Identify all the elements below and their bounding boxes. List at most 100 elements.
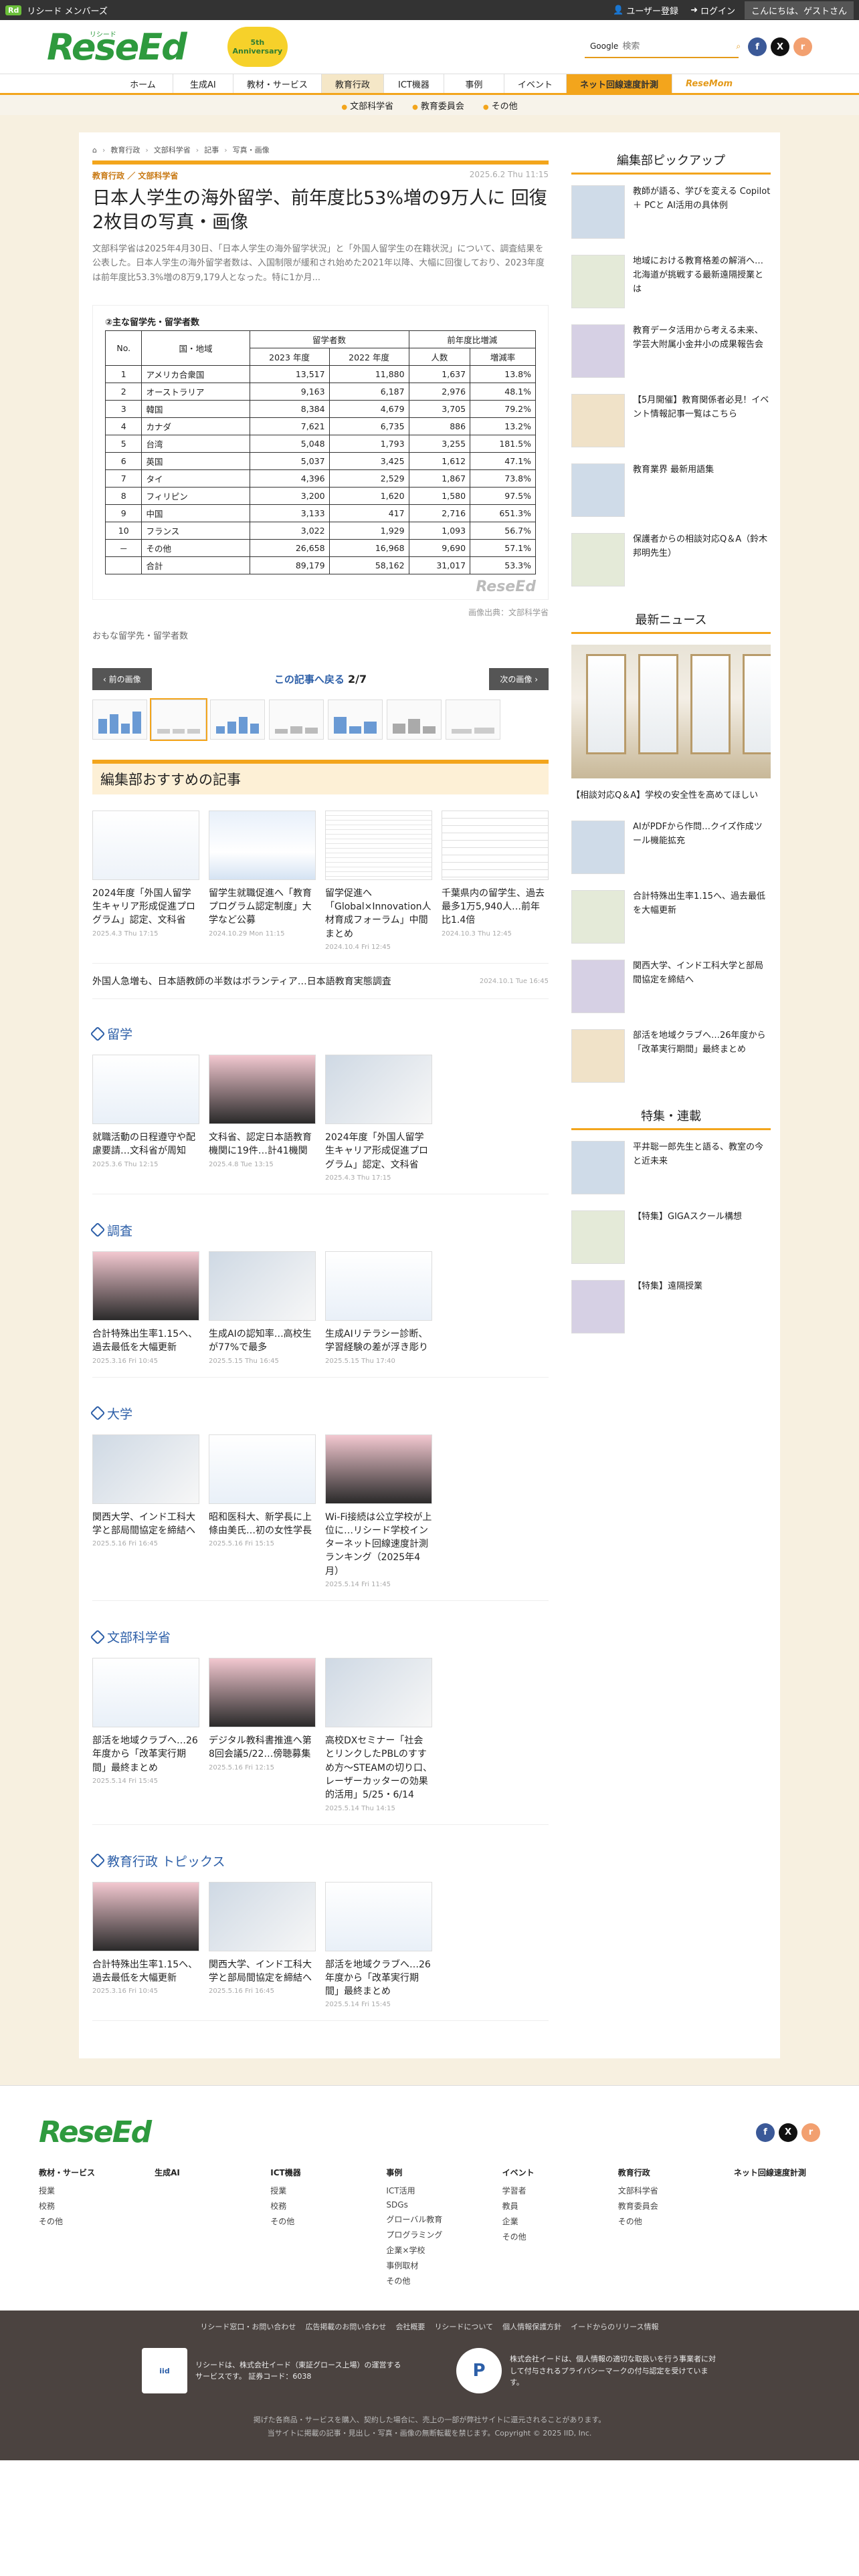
article-card[interactable]: 生成AIリテラシー診断、学習経験の差が浮き彫り 2025.5.15 Thu 17:… [325, 1251, 432, 1365]
article-card[interactable]: 部活を地域クラブへ…26年度から「改革実行期間」最終まとめ 2025.5.14 F… [92, 1658, 199, 1812]
pickup-item[interactable]: 教育データ活用から考える未来、学芸大附属小金井小の成果報告会 [571, 324, 771, 378]
news-item[interactable]: 合計特殊出生率1.15へ、過去最低を大幅更新 [571, 890, 771, 944]
nav-home[interactable]: ホーム [113, 74, 173, 93]
news-feature-image[interactable] [571, 645, 771, 778]
subnav-other[interactable]: その他 [483, 99, 518, 112]
article-card[interactable]: 留学生就職促進へ「教育プログラム認定制度」大学など公募 2024.10.29 Mo… [209, 810, 316, 951]
footer-bottom: リシード窓口・お問い合わせ 広告掲載のお問い合わせ 会社概要 リシードについて 個人情報… [0, 2311, 859, 2460]
article-card[interactable]: 部活を地域クラブへ…26年度から「改革実行期間」最終まとめ 2025.5.14 F… [325, 1881, 432, 2008]
table-row: 7 タイ 4,396 2,529 1,867 73.8% [104, 469, 536, 488]
breadcrumb-item[interactable]: 教育行政 [110, 144, 140, 155]
article-card[interactable]: 生成AIの認知率…高校生が77%で最多 2025.5.15 Thu 16:45 [209, 1251, 316, 1365]
category-heading[interactable]: 留学 [90, 1025, 549, 1043]
news-item[interactable]: 部活を地域クラブへ…26年度から「改革実行期間」最終まとめ [571, 1029, 771, 1083]
login-link[interactable]: ➜ ログイン [690, 4, 735, 17]
article-card[interactable]: 留学促進へ「Global×Innovation人材育成フォーラム」中間まとめ 20… [325, 810, 432, 951]
nav-genai[interactable]: 生成AI [173, 74, 233, 93]
privacy-mark-icon[interactable]: P [456, 2348, 502, 2394]
article-card[interactable]: 2024年度「外国人留学生キャリア形成促進プログラム」認定、文科省 2025.4.… [325, 1055, 432, 1182]
feature-item[interactable]: 【特集】遠隔授業 [571, 1280, 771, 1333]
pickup-item[interactable]: 教師が語る、学びを変える Copilot＋ PCと AI活用の具体例 [571, 185, 771, 239]
article-card[interactable]: 関西大学、インド工科大学と部局間協定を締結へ 2025.5.16 Fri 16:4… [209, 1881, 316, 2009]
breadcrumb-item[interactable]: 文部科学省 [154, 144, 191, 155]
footer-column: ICT機器 授業 校務 その他 [270, 2168, 301, 2227]
breadcrumb-item[interactable]: 記事 [204, 144, 219, 155]
article-card[interactable]: 文科省、認定日本語教育機関に19件…計41機関 2025.4.8 Tue 13:1… [209, 1055, 316, 1182]
card-image [92, 1658, 199, 1728]
nav-events[interactable]: イベント [504, 74, 567, 93]
iid-logo[interactable]: iid [142, 2348, 187, 2394]
footer-logo[interactable]: ReseEd [39, 2115, 152, 2149]
article-card[interactable]: 2024年度「外国人留学生キャリア形成促進プログラム」認定、文科省 2025.4.… [92, 810, 199, 951]
facebook-icon[interactable]: f [756, 2123, 775, 2142]
news-item[interactable]: 関西大学、インド工科大学と部局間協定を締結へ [571, 960, 771, 1013]
rss-icon[interactable]: r [793, 37, 812, 56]
greeting[interactable]: こんにちは、ゲストさん [744, 1, 854, 19]
user-register-link[interactable]: 👤 ユーザー登録 [613, 4, 678, 17]
prev-image-button[interactable]: ‹ 前の画像 [92, 667, 152, 690]
category-heading[interactable]: 大学 [90, 1404, 549, 1422]
news-item[interactable]: AIがPDFから作問…クイズ作成ツール機能拡充 [571, 821, 771, 874]
thumbnail-selected[interactable] [150, 697, 207, 741]
subnav-board[interactable]: 教育委員会 [412, 99, 464, 112]
x-icon[interactable]: X [779, 2123, 797, 2142]
home-icon[interactable]: ⌂ [92, 146, 97, 154]
feature-item[interactable]: 【特集】GIGAスクール構想 [571, 1210, 771, 1264]
article-card[interactable]: 昭和医科大、新学長に上條由美氏…初の女性学長 2025.5.16 Fri 15:1… [209, 1434, 316, 1588]
rss-icon[interactable]: r [801, 2123, 820, 2142]
members-logo[interactable]: Rd [5, 5, 22, 15]
nav-cases[interactable]: 事例 [444, 74, 504, 93]
article-card[interactable]: 関西大学、インド工科大学と部局間協定を締結へ 2025.5.16 Fri 16:4… [92, 1434, 199, 1588]
article-lead[interactable]: 文部科学省は2025年4月30日、「日本人学生の海外留学状況」と「外国人留学生の… [92, 242, 549, 285]
article-card[interactable]: 千葉県内の留学生、過去最多1万5,940人…前年比1.4倍 2024.10.3 T… [442, 810, 549, 951]
next-image-button[interactable]: 次の画像 › [489, 667, 549, 690]
category-heading[interactable]: 文部科学省 [90, 1628, 549, 1646]
article-card[interactable]: 合計特殊出生率1.15へ、過去最低を大幅更新 2025.3.16 Fri 10:4… [92, 1251, 199, 1365]
article-header: 教育行政 ／ 文部科学省 2025.6.2 Thu 11:15 日本人学生の海外… [92, 160, 549, 285]
nav-resemom[interactable]: ReseMom [672, 74, 746, 93]
article-card[interactable]: 就職活動の日程遵守や配慮要請…文科省が周知 2025.3.6 Thu 12:15 [92, 1055, 199, 1182]
category-section: 調査合計特殊出生率1.15へ、過去最低を大幅更新 2025.3.16 Fri 10… [90, 1212, 549, 1378]
pickup-item[interactable]: 保護者からの相談対応Q＆A（鈴木邦明先生） [571, 533, 771, 586]
category-heading[interactable]: 調査 [90, 1221, 549, 1239]
article-card[interactable]: Wi-Fi接続は公立学校が上位に…リシード学校インターネット回線速度計測ランキン… [325, 1434, 432, 1588]
facebook-icon[interactable]: f [748, 37, 767, 56]
thumbnail[interactable] [210, 699, 265, 740]
article-card[interactable]: デジタル教科書推進へ第8回会議5/22…傍聴募集 2025.5.16 Fri 12… [209, 1658, 316, 1812]
table-row: 9 中国 3,133 417 2,716 651.3% [104, 504, 536, 522]
footer-link[interactable]: イードからのリリース情報 [571, 2321, 658, 2332]
x-icon[interactable]: X [771, 37, 789, 56]
article-card[interactable]: 合計特殊出生率1.15へ、過去最低を大幅更新 2025.3.16 Fri 10:4… [92, 1881, 199, 2009]
recommend-wide-link[interactable]: 外国人急増も、日本語教師の半数はボランティア…日本語教育実態調査 2024.10… [92, 963, 549, 1000]
footer-link[interactable]: 個人情報保護方針 [502, 2321, 561, 2332]
footer-link[interactable]: リシードについて [434, 2321, 493, 2332]
pickup-item[interactable]: 教育業界 最新用語集 [571, 463, 771, 517]
thumbnail[interactable] [269, 699, 324, 740]
thumbnail[interactable] [387, 699, 442, 740]
thumbnail[interactable] [92, 699, 147, 740]
search-icon[interactable]: ⌕ [736, 41, 741, 51]
thumbnail[interactable] [446, 699, 500, 740]
pickup-item[interactable]: 【5月開催】教育関係者必見！イベント情報記事一覧はこちら [571, 394, 771, 447]
news-feature-title[interactable]: 【相談対応Q＆A】学校の安全性を高めてほしい [571, 788, 771, 800]
feature-item[interactable]: 平井聡一郎先生と語る、教室の今と近未来 [571, 1141, 771, 1194]
nav-materials[interactable]: 教材・サービス [233, 74, 322, 93]
back-to-article[interactable]: この記事へ戻る 2/7 [274, 672, 367, 686]
search-input[interactable] [622, 41, 737, 51]
category-section: 大学関西大学、インド工科大学と部局間協定を締結へ 2025.5.16 Fri 16… [90, 1395, 549, 1602]
nav-ict[interactable]: ICT機器 [384, 74, 444, 93]
nav-admin[interactable]: 教育行政 [321, 74, 384, 93]
footer-link[interactable]: 会社概要 [395, 2321, 425, 2332]
footer-link[interactable]: 広告掲載のお問い合わせ [305, 2321, 386, 2332]
top-bar: Rd リシード メンバーズ 👤 ユーザー登録 ➜ ログイン こんにちは、ゲストさん [0, 0, 859, 20]
site-logo[interactable]: ReseEd リシード 5th Anniversary [47, 26, 288, 68]
members-text[interactable]: リシード メンバーズ [27, 4, 107, 17]
article-card[interactable]: 高校DXセミナー「社会とリンクしたPBLのすすめ方〜STEAMの切り口、レーザー… [325, 1658, 432, 1812]
category-heading[interactable]: 教育行政 トピックス [90, 1852, 549, 1870]
pickup-item[interactable]: 地域における教育格差の解消へ…北海道が挑戦する最新遠隔授業とは [571, 255, 771, 308]
search-box[interactable]: Google ⌕ [585, 35, 741, 58]
nav-speed-test[interactable]: ネット回線速度計測 [566, 74, 672, 93]
thumbnail[interactable] [328, 699, 383, 740]
subnav-mext[interactable]: 文部科学省 [341, 99, 393, 112]
footer-link[interactable]: リシード窓口・お問い合わせ [200, 2321, 296, 2332]
